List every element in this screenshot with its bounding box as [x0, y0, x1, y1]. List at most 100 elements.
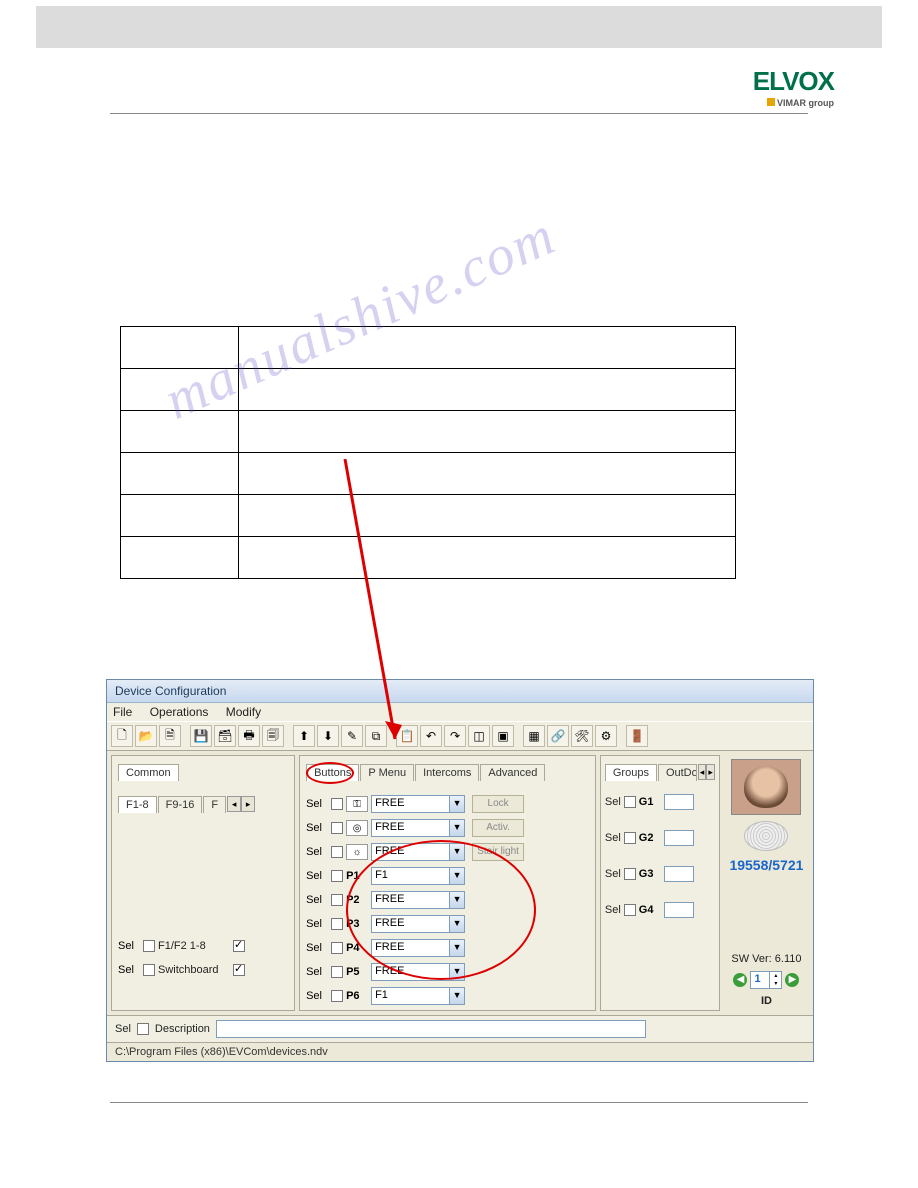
group-checkbox[interactable]	[624, 868, 636, 880]
stair light-button[interactable]: Stair light	[472, 843, 524, 861]
id-up-icon[interactable]: ▴	[769, 972, 781, 980]
window-title: Device Configuration	[107, 680, 813, 703]
function-combo[interactable]: FREE▼	[371, 843, 465, 861]
id-prev-button[interactable]: ◀	[733, 973, 747, 987]
link-icon[interactable]: 🔗	[547, 725, 569, 747]
function-combo[interactable]: FREE▼	[371, 963, 465, 981]
db-icon[interactable]: 🗃	[214, 725, 236, 747]
p-label: P3	[346, 918, 368, 930]
desc-checkbox[interactable]	[137, 1023, 149, 1035]
grid-icon[interactable]: ▦	[523, 725, 545, 747]
grp-nav-left-icon[interactable]: ◂	[698, 764, 707, 780]
chevron-down-icon[interactable]: ▼	[449, 795, 465, 813]
function-combo[interactable]: FREE▼	[371, 891, 465, 909]
tool-icon[interactable]: 🛠	[571, 725, 593, 747]
id-spinner[interactable]: 1 ▴▾	[750, 971, 782, 989]
function-combo[interactable]: FREE▼	[371, 819, 465, 837]
f1f2-enable-checkbox[interactable]	[233, 940, 245, 952]
row-checkbox[interactable]	[331, 822, 343, 834]
menu-file[interactable]: File	[113, 705, 132, 719]
edit-icon[interactable]: ✎	[341, 725, 363, 747]
group-row: SelG1	[605, 794, 715, 810]
function-combo[interactable]: F1▼	[371, 867, 465, 885]
upload-icon[interactable]: ⬆	[293, 725, 315, 747]
function-combo[interactable]: FREE▼	[371, 939, 465, 957]
chevron-down-icon[interactable]: ▼	[449, 867, 465, 885]
switchboard-enable-checkbox[interactable]	[233, 964, 245, 976]
open-icon[interactable]: 📂	[135, 725, 157, 747]
print-icon[interactable]: 🖶	[238, 725, 260, 747]
tab-outdoor[interactable]: OutDoor	[658, 764, 697, 781]
tab-nav-left-icon[interactable]: ◂	[227, 796, 241, 812]
sel-label: Sel	[306, 942, 328, 954]
button-row: SelP5FREE▼	[306, 962, 589, 982]
id-down-icon[interactable]: ▾	[769, 980, 781, 988]
chevron-down-icon[interactable]: ▼	[449, 843, 465, 861]
function-combo[interactable]: F1▼	[371, 987, 465, 1005]
tab-f9-16[interactable]: F9-16	[158, 796, 203, 813]
menu-modify[interactable]: Modify	[226, 705, 261, 719]
flag-icon[interactable]: ▣	[492, 725, 514, 747]
sel-label: Sel	[605, 832, 621, 844]
chevron-down-icon[interactable]: ▼	[449, 963, 465, 981]
tab-common[interactable]: Common	[118, 764, 179, 781]
redo-icon[interactable]: ↷	[444, 725, 466, 747]
menu-operations[interactable]: Operations	[150, 705, 209, 719]
paste-icon[interactable]: 📋	[396, 725, 418, 747]
lock-button[interactable]: Lock	[472, 795, 524, 813]
f1f2-sel-checkbox[interactable]	[143, 940, 155, 952]
row-checkbox[interactable]	[331, 798, 343, 810]
row-checkbox[interactable]	[331, 990, 343, 1002]
activ.-button[interactable]: Activ.	[472, 819, 524, 837]
undo-icon[interactable]: ↶	[420, 725, 442, 747]
switchboard-sel-checkbox[interactable]	[143, 964, 155, 976]
tab-groups[interactable]: Groups	[605, 764, 657, 781]
row-checkbox[interactable]	[331, 942, 343, 954]
row-checkbox[interactable]	[331, 918, 343, 930]
tab-buttons[interactable]: Buttons	[306, 764, 359, 781]
toolbar: 🗋 📂 🗎 💾 🗃 🖶 🗐 ⬆ ⬇ ✎ ⧉ 📋 ↶ ↷ ◫ ▣ ▦ 🔗 🛠 ⚙ …	[107, 721, 813, 751]
group-checkbox[interactable]	[624, 796, 636, 808]
tab-advanced[interactable]: Advanced	[480, 764, 545, 781]
button-row: SelP1F1▼	[306, 866, 589, 886]
chevron-down-icon[interactable]: ▼	[449, 915, 465, 933]
doc-icon[interactable]: 🗎	[159, 725, 181, 747]
exit-icon[interactable]: 🚪	[626, 725, 648, 747]
preview-icon[interactable]: 🗐	[262, 725, 284, 747]
chevron-down-icon[interactable]: ▼	[449, 939, 465, 957]
tab-nav-right-icon[interactable]: ▸	[241, 796, 255, 812]
tab-pmenu[interactable]: P Menu	[360, 764, 414, 781]
row-checkbox[interactable]	[331, 966, 343, 978]
function-combo[interactable]: FREE▼	[371, 915, 465, 933]
f1f2-label: F1/F2 1-8	[158, 940, 230, 952]
group-checkbox[interactable]	[624, 832, 636, 844]
button-row: Sel⚿FREE▼Lock	[306, 794, 589, 814]
new-icon[interactable]: 🗋	[111, 725, 133, 747]
group-label: G3	[639, 868, 661, 880]
function-combo[interactable]: FREE▼	[371, 795, 465, 813]
window-icon[interactable]: ◫	[468, 725, 490, 747]
row-checkbox[interactable]	[331, 894, 343, 906]
tab-f1-8[interactable]: F1-8	[118, 796, 157, 813]
sel-label: Sel	[306, 822, 328, 834]
save-icon[interactable]: 💾	[190, 725, 212, 747]
row-checkbox[interactable]	[331, 870, 343, 882]
description-input[interactable]	[216, 1020, 646, 1038]
copy-icon[interactable]: ⧉	[365, 725, 387, 747]
group-value-input[interactable]	[664, 830, 694, 846]
group-value-input[interactable]	[664, 794, 694, 810]
tab-intercoms[interactable]: Intercoms	[415, 764, 479, 781]
download-icon[interactable]: ⬇	[317, 725, 339, 747]
config-icon[interactable]: ⚙	[595, 725, 617, 747]
tab-f-more[interactable]: F	[203, 796, 226, 813]
sel-label: Sel	[605, 796, 621, 808]
id-next-button[interactable]: ▶	[785, 973, 799, 987]
chevron-down-icon[interactable]: ▼	[449, 987, 465, 1005]
group-checkbox[interactable]	[624, 904, 636, 916]
chevron-down-icon[interactable]: ▼	[449, 819, 465, 837]
group-value-input[interactable]	[664, 866, 694, 882]
group-value-input[interactable]	[664, 902, 694, 918]
grp-nav-right-icon[interactable]: ▸	[706, 764, 715, 780]
chevron-down-icon[interactable]: ▼	[449, 891, 465, 909]
row-checkbox[interactable]	[331, 846, 343, 858]
